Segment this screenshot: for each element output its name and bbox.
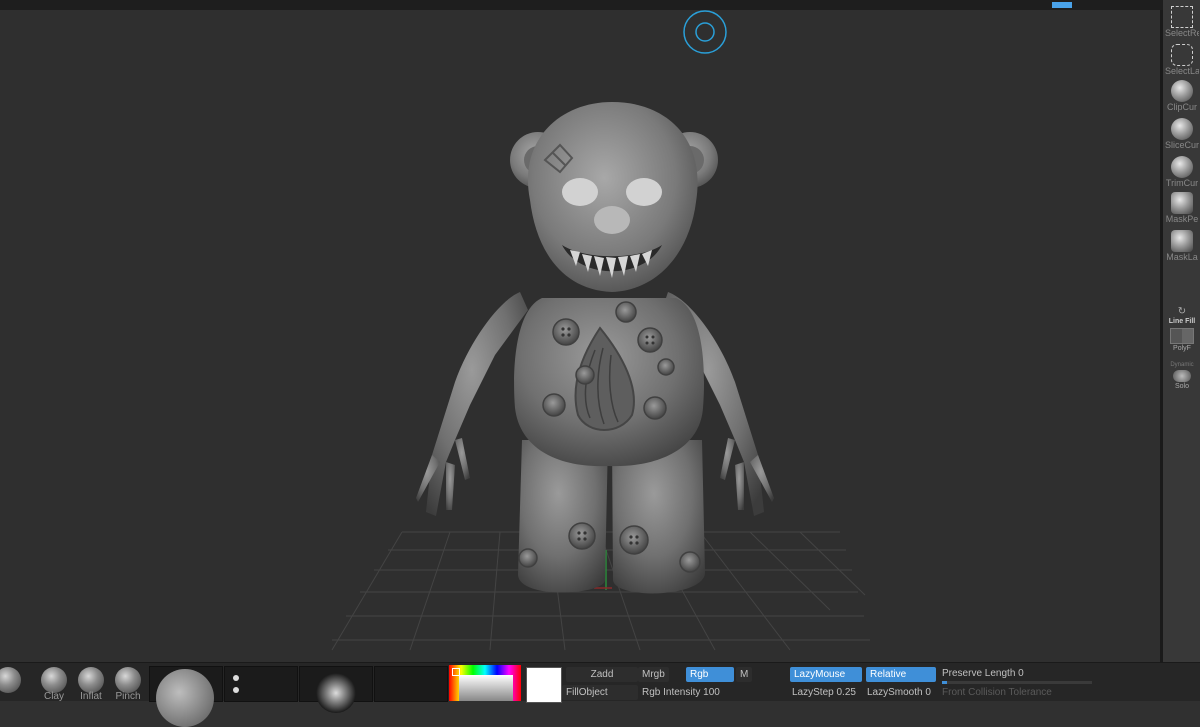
lazysmooth-slider[interactable]: LazySmooth 0 <box>867 686 931 699</box>
alpha-slot[interactable] <box>299 666 373 713</box>
alpha-icon <box>316 673 356 713</box>
zadd-button[interactable]: Zadd <box>566 667 638 682</box>
lazymouse-button[interactable]: LazyMouse <box>790 667 862 682</box>
clay-brush-icon <box>41 667 67 693</box>
dynamic-solo-tool[interactable]: Dynamic Solo <box>1165 360 1199 392</box>
select-lasso-tool[interactable]: SelectLa <box>1165 44 1199 76</box>
select-lasso-icon <box>1171 44 1193 66</box>
stroke-slot[interactable] <box>224 666 298 702</box>
rgb-intensity-slider[interactable]: Rgb Intensity 100 <box>642 686 720 699</box>
bottom-shelf: Clay Inflat Pinch Zadd Mrgb Rgb M FillOb… <box>0 662 1200 727</box>
mask-pen-label: MaskPe <box>1165 214 1199 224</box>
mrgb-button[interactable]: Mrgb <box>638 667 669 682</box>
right-shelf: SelectRe SelectLa ClipCur SliceCur TrimC… <box>1163 0 1200 700</box>
mask-pen-icon <box>1171 192 1193 214</box>
stroke-dot-icon <box>233 687 239 693</box>
polyf-label: PolyF <box>1173 345 1191 352</box>
main-color-swatch[interactable] <box>526 667 562 703</box>
pinch-label: Pinch <box>115 691 141 702</box>
current-brush-slot[interactable] <box>149 666 223 727</box>
left-arm <box>416 292 528 516</box>
torso <box>514 298 705 467</box>
mask-lasso-label: MaskLa <box>1166 252 1198 262</box>
rgb-button[interactable]: Rgb <box>686 667 734 682</box>
color-picker[interactable] <box>449 665 521 701</box>
lazystep-value: 0.25 <box>836 687 856 698</box>
preserve-length-value: 0 <box>1018 668 1024 679</box>
gizmo <box>683 10 727 54</box>
brush-clay[interactable]: Clay <box>38 667 70 702</box>
mask-pen-tool[interactable]: MaskPe <box>1165 192 1199 224</box>
model-view <box>331 10 870 651</box>
brush-icon <box>0 667 21 693</box>
slice-curve-label: SliceCur <box>1165 140 1199 150</box>
relative-button[interactable]: Relative <box>866 667 936 682</box>
inflat-label: Inflat <box>80 691 102 702</box>
current-brush-icon <box>156 669 214 727</box>
inflat-brush-icon <box>78 667 104 693</box>
trim-curve-label: TrimCur <box>1165 178 1199 188</box>
solo-icon <box>1173 370 1191 382</box>
color-marker <box>452 668 460 676</box>
select-rect-tool[interactable]: SelectRe <box>1165 6 1199 38</box>
brush-pinch[interactable]: Pinch <box>112 667 144 702</box>
preserve-length-slider[interactable]: Preserve Length 0 <box>942 667 1024 680</box>
pinch-brush-icon <box>115 667 141 693</box>
brush-inflat[interactable]: Inflat <box>75 667 107 702</box>
select-rect-label: SelectRe <box>1165 28 1199 38</box>
clay-label: Clay <box>43 691 64 702</box>
line-fill-label: Line Fill <box>1168 318 1196 325</box>
lazystep-slider[interactable]: LazyStep 0.25 <box>792 686 856 699</box>
brush-slot-0[interactable] <box>0 667 24 693</box>
clip-curve-tool[interactable]: ClipCur <box>1165 80 1199 112</box>
lazysmooth-value: 0 <box>925 687 931 698</box>
clip-curve-icon <box>1171 80 1193 102</box>
top-indicator <box>1052 2 1072 8</box>
fill-object-button[interactable]: FillObject <box>562 685 638 700</box>
slice-curve-icon <box>1171 118 1193 140</box>
lazystep-label: LazyStep <box>792 687 834 698</box>
spotlight-icon: ↻ <box>1177 306 1187 317</box>
lazysmooth-label: LazySmooth <box>867 687 923 698</box>
select-lasso-label: SelectLa <box>1165 66 1199 76</box>
line-fill-tool[interactable]: ↻ Line Fill PolyF <box>1165 306 1199 354</box>
slice-curve-tool[interactable]: SliceCur <box>1165 118 1199 150</box>
trim-curve-icon <box>1171 156 1193 178</box>
color-picker-square[interactable] <box>459 675 513 701</box>
top-menu-strip <box>0 0 1200 10</box>
dynamic-label: Dynamic <box>1170 362 1194 368</box>
preserve-length-label: Preserve Length <box>942 668 1016 679</box>
rgb-intensity-value: 100 <box>703 687 720 698</box>
select-rect-icon <box>1171 6 1193 28</box>
trim-curve-tool[interactable]: TrimCur <box>1165 156 1199 188</box>
solo-label: Solo <box>1174 383 1189 390</box>
preserve-length-track[interactable] <box>942 681 1092 684</box>
clip-curve-label: ClipCur <box>1166 102 1197 112</box>
preserve-length-fill <box>942 681 947 684</box>
mask-lasso-icon <box>1171 230 1193 252</box>
head <box>510 102 718 292</box>
stroke-dot-icon <box>233 675 239 681</box>
rgb-intensity-label: Rgb Intensity <box>642 687 701 698</box>
mask-lasso-tool[interactable]: MaskLa <box>1165 230 1199 262</box>
front-collision-tolerance-label: Front Collision Tolerance <box>942 687 1052 698</box>
texture-slot[interactable] <box>374 666 448 702</box>
polyframe-icon <box>1170 328 1194 344</box>
canvas-viewport[interactable] <box>0 10 1160 662</box>
m-button[interactable]: M <box>736 667 753 682</box>
